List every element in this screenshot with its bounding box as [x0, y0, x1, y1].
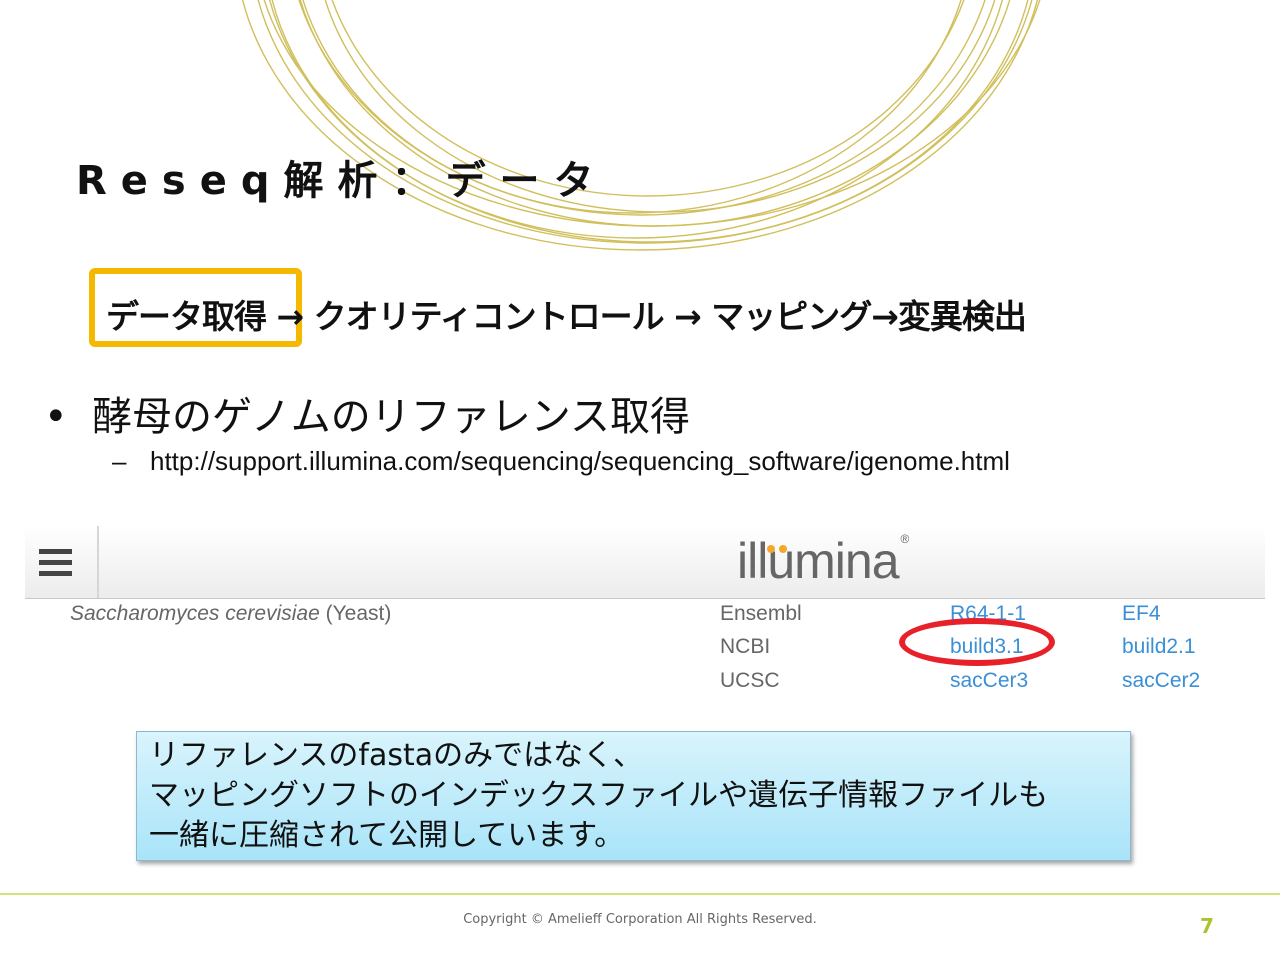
page-number: 7 — [1200, 914, 1214, 938]
workflow-line: データ取得 → クオリティコントロール → マッピング→変異検出 — [106, 290, 1027, 338]
highlight-ellipse — [899, 618, 1055, 666]
menu-button[interactable] — [25, 526, 99, 598]
decorative-rings — [242, 0, 1041, 251]
slide-title: Reseq解析：データ — [76, 158, 608, 204]
species-common-name: (Yeast) — [325, 602, 392, 625]
dash-icon: – — [112, 446, 127, 476]
build-link[interactable]: EF4 — [1122, 602, 1161, 626]
note-line: 一緒に圧縮されて公開しています。 — [149, 818, 625, 853]
sub-bullet-item: – http://support.illumina.com/sequencing/… — [112, 446, 1010, 477]
logo-text: illumina — [737, 533, 900, 589]
build-link[interactable]: sacCer2 — [1122, 669, 1200, 693]
build-link[interactable]: build2.1 — [1122, 635, 1196, 659]
note-line: リファレンスのfastaのみではなく、 — [149, 738, 644, 773]
note-line: マッピングソフトのインデックスファイルや遺伝子情報ファイルも — [149, 778, 1049, 813]
hamburger-icon — [39, 549, 72, 576]
igenome-url[interactable]: http://support.illumina.com/sequencing/s… — [150, 446, 1010, 476]
build-link[interactable]: sacCer3 — [950, 669, 1028, 693]
species-scientific-name: Saccharomyces cerevisiae — [70, 602, 320, 625]
footer-divider — [0, 893, 1280, 895]
workflow-rest: → クオリティコントロール → マッピング→変異検出 — [266, 297, 1026, 336]
workflow-step-data-acquisition: データ取得 — [106, 297, 267, 336]
bullet-item: • 酵母のゲノムのリファレンス取得 — [44, 384, 690, 442]
bullet-icon: • — [44, 394, 68, 440]
logo-dots-icon — [767, 545, 787, 553]
source-name: NCBI — [720, 635, 771, 658]
species-name: Saccharomyces cerevisiae (Yeast) — [70, 602, 391, 626]
illumina-logo[interactable]: illumina ® — [737, 532, 910, 590]
source-name: Ensembl — [720, 602, 802, 625]
note-callout: リファレンスのfastaのみではなく、 マッピングソフトのインデックスファイルや… — [136, 731, 1131, 861]
bullet-text: 酵母のゲノムのリファレンス取得 — [92, 394, 690, 440]
registered-mark: ® — [900, 532, 910, 546]
copyright-text: Copyright © Amelieff Corporation All Rig… — [463, 912, 817, 927]
illumina-header: illumina ® — [25, 526, 1265, 599]
source-name: UCSC — [720, 669, 780, 692]
